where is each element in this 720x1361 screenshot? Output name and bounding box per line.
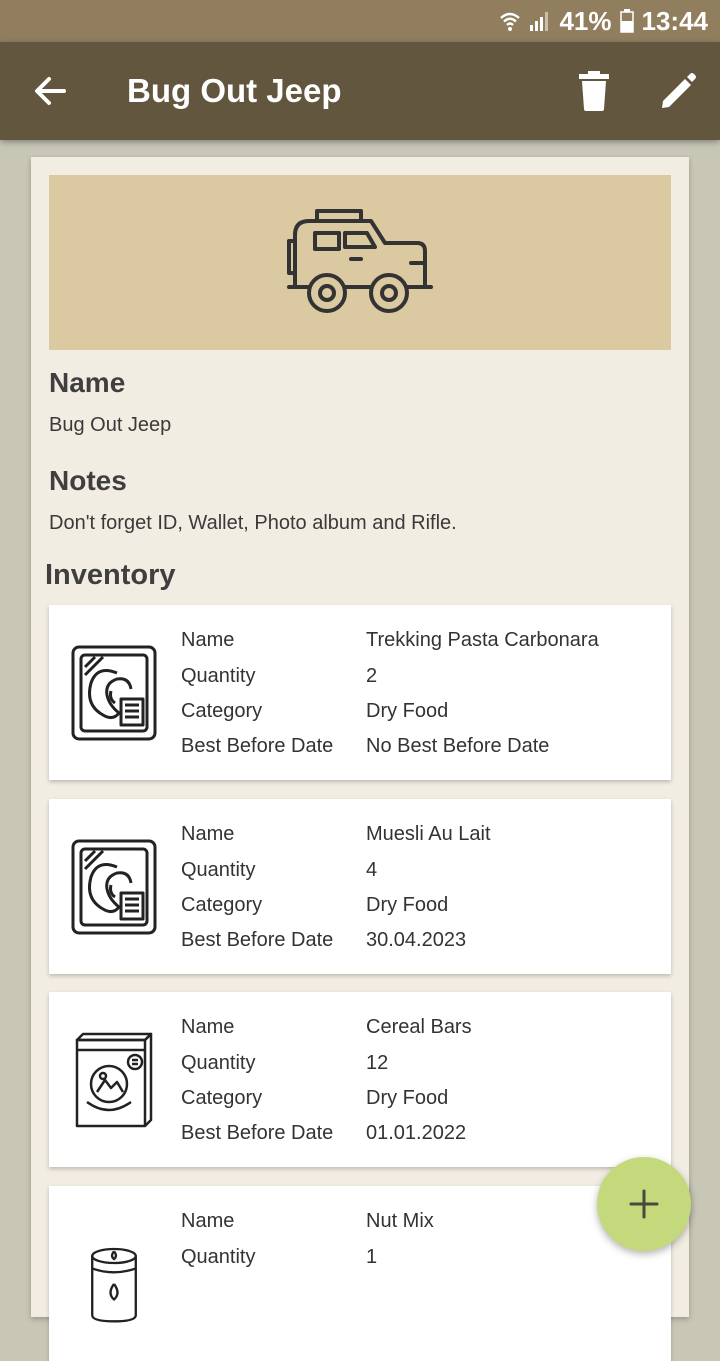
item-bbd: 30.04.2023: [366, 929, 467, 951]
trash-icon: [579, 71, 609, 111]
item-category-label: Category: [181, 700, 263, 722]
item-category-label: Category: [181, 894, 263, 916]
item-quantity-label: Quantity: [181, 1246, 256, 1268]
battery-icon: [619, 9, 634, 33]
item-quantity-label: Quantity: [181, 665, 256, 687]
item-quantity: 12: [366, 1052, 389, 1074]
item-name: Trekking Pasta Carbonara: [366, 629, 599, 651]
arrow-back-icon: [35, 77, 66, 105]
item-quantity: 1: [366, 1246, 378, 1268]
edit-button[interactable]: [656, 69, 700, 113]
battery-percent: 41%: [559, 5, 612, 36]
item-bbd: No Best Before Date: [366, 735, 550, 757]
item-name: Cereal Bars: [366, 1016, 472, 1038]
inventory-item[interactable]: Name Trekking Pasta Carbonara Quantity 2…: [49, 605, 671, 780]
hero-banner: [49, 175, 671, 350]
app-bar: Bug Out Jeep: [0, 42, 720, 140]
back-button[interactable]: [28, 68, 74, 114]
clock: 13:44: [641, 5, 709, 36]
item-name: Nut Mix: [366, 1210, 434, 1232]
notes-label: Notes: [49, 465, 127, 496]
page-title: Bug Out Jeep: [127, 72, 342, 109]
item-quantity-label: Quantity: [181, 859, 256, 881]
jeep-icon: [287, 209, 433, 313]
item-category: Dry Food: [366, 700, 449, 722]
item-category: Dry Food: [366, 1087, 449, 1109]
wifi-icon: [499, 10, 521, 32]
delete-button[interactable]: [574, 69, 614, 113]
item-name: Muesli Au Lait: [366, 823, 491, 845]
item-name-label: Name: [181, 629, 235, 651]
inventory-item[interactable]: Name Cereal Bars Quantity 12 Category Dr…: [49, 992, 671, 1167]
item-bbd: 01.01.2022: [366, 1122, 467, 1144]
item-quantity: 4: [366, 859, 378, 881]
item-name-label: Name: [181, 1210, 235, 1232]
notes-value: Don't forget ID, Wallet, Photo album and…: [49, 512, 457, 534]
add-item-button[interactable]: [597, 1157, 691, 1251]
name-value: Bug Out Jeep: [49, 414, 172, 436]
signal-icon: [529, 10, 551, 32]
pencil-icon: [662, 73, 696, 108]
inventory-title: Inventory: [45, 559, 176, 591]
item-category-label: Category: [181, 1087, 263, 1109]
item-name-label: Name: [181, 823, 235, 845]
canned-meat-icon: [71, 839, 157, 935]
item-name-label: Name: [181, 1016, 235, 1038]
canned-meat-icon: [71, 645, 157, 741]
item-bbd-label: Best Before Date: [181, 1122, 334, 1144]
cereal-box-icon: [75, 1032, 153, 1128]
item-bbd-label: Best Before Date: [181, 929, 334, 951]
inventory-item[interactable]: Name Muesli Au Lait Quantity 4 Category …: [49, 799, 671, 974]
plus-icon: [629, 1189, 659, 1219]
status-bar: 41% 13:44: [0, 0, 720, 42]
item-quantity: 2: [366, 665, 378, 687]
item-quantity-label: Quantity: [181, 1052, 256, 1074]
can-icon: [91, 1247, 137, 1323]
item-bbd-label: Best Before Date: [181, 735, 334, 757]
item-category: Dry Food: [366, 894, 449, 916]
inventory-item[interactable]: Name Nut Mix Quantity 1: [49, 1186, 671, 1361]
detail-card: Name Bug Out Jeep Notes Don't forget ID,…: [31, 157, 689, 1361]
name-label: Name: [49, 367, 126, 398]
